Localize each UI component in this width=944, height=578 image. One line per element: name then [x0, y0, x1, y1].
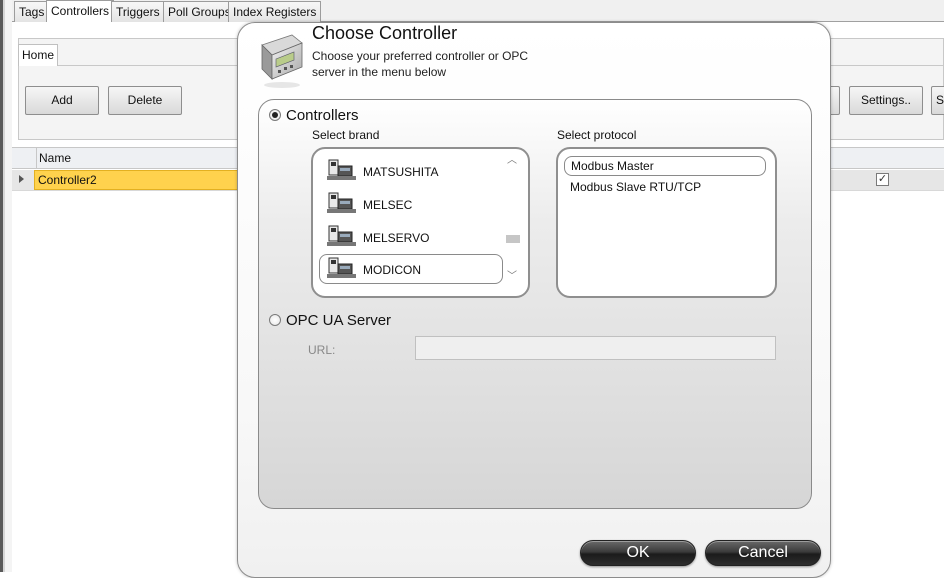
- brand-device-icon: [327, 225, 356, 246]
- ribbon-tab-home[interactable]: Home: [18, 44, 58, 66]
- brand-name: MELSEC: [363, 198, 413, 212]
- selection-panel: Controllers Select brand Select protocol…: [258, 99, 812, 509]
- url-input[interactable]: [415, 336, 776, 360]
- main-tab-bar: Tags Controllers Triggers Poll Groups In…: [12, 0, 944, 22]
- brand-name: MELSERVO: [363, 231, 430, 245]
- choose-controller-dialog: Choose Controller Choose your preferred …: [237, 22, 831, 578]
- protocol-list[interactable]: Modbus Master Modbus Slave RTU/TCP: [556, 147, 777, 298]
- controllers-option-label[interactable]: Controllers: [286, 107, 359, 124]
- tab-triggers[interactable]: Triggers: [111, 1, 165, 22]
- ok-button[interactable]: OK: [580, 540, 696, 566]
- list-item[interactable]: MELSEC: [327, 190, 517, 220]
- dialog-title: Choose Controller: [312, 23, 458, 43]
- scrollbar-thumb[interactable]: [506, 235, 520, 243]
- tab-poll-groups[interactable]: Poll Groups: [163, 1, 236, 22]
- delete-button[interactable]: Delete: [108, 86, 182, 115]
- list-item-selected[interactable]: MODICON: [319, 254, 503, 284]
- brand-device-icon: [327, 192, 356, 213]
- tab-tags[interactable]: Tags: [14, 1, 50, 22]
- add-button[interactable]: Add: [25, 86, 99, 115]
- opc-ua-option-label[interactable]: OPC UA Server: [286, 312, 391, 329]
- select-protocol-label: Select protocol: [557, 128, 637, 142]
- list-item[interactable]: Modbus Slave RTU/TCP: [570, 180, 701, 194]
- list-item[interactable]: MELSERVO: [327, 223, 517, 253]
- cancel-button[interactable]: Cancel: [705, 540, 821, 566]
- window-left-edge: [0, 0, 12, 572]
- row-checkbox[interactable]: ✓: [876, 173, 889, 186]
- list-item[interactable]: MATSUSHITA: [327, 157, 517, 187]
- scroll-down-icon[interactable]: ﹀: [505, 271, 519, 283]
- row-expand-icon[interactable]: [19, 175, 24, 183]
- brand-device-icon: [327, 257, 356, 278]
- partial-ribbon-button[interactable]: Sl: [931, 86, 944, 115]
- brand-list[interactable]: MATSUSHITA MELSEC MELSERVO MODICON ︿ ﹀: [311, 147, 530, 298]
- list-item-selected[interactable]: Modbus Master: [564, 156, 766, 176]
- controllers-radio[interactable]: [269, 109, 281, 121]
- brand-name: MATSUSHITA: [363, 165, 439, 179]
- brand-name: MODICON: [363, 263, 421, 277]
- tab-controllers[interactable]: Controllers: [46, 0, 115, 22]
- scroll-up-icon[interactable]: ︿: [505, 155, 519, 167]
- url-label: URL:: [308, 343, 336, 357]
- opc-ua-radio[interactable]: [269, 314, 281, 326]
- select-brand-label: Select brand: [312, 128, 380, 142]
- tab-index-registers[interactable]: Index Registers: [228, 1, 322, 22]
- brand-device-icon: [327, 159, 356, 180]
- dialog-subtitle: Choose your preferred controller or OPC …: [312, 49, 529, 79]
- controller-device-icon: [261, 34, 303, 88]
- controller-name-cell[interactable]: Controller2: [34, 170, 238, 190]
- column-header-name[interactable]: Name: [36, 148, 71, 168]
- settings-button[interactable]: Settings..: [849, 86, 923, 115]
